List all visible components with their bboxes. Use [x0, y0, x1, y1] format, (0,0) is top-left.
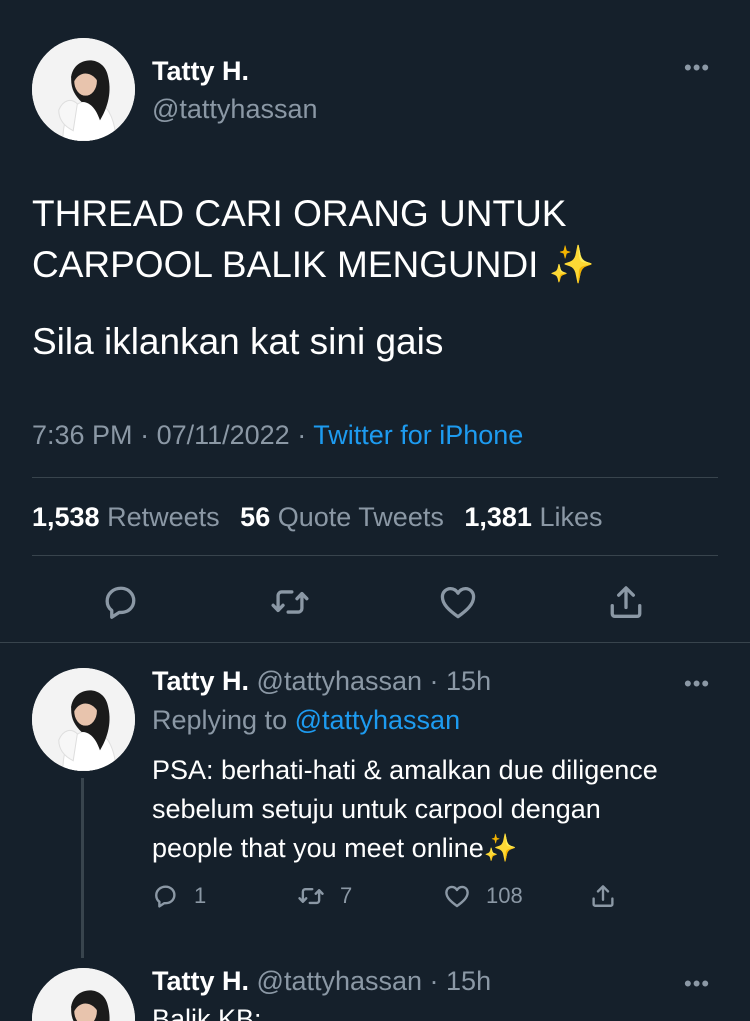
tweet-age[interactable]: 15h	[446, 666, 491, 696]
heart-icon	[440, 586, 476, 619]
sparkles-icon: ✨	[548, 244, 595, 285]
reply-text-line: PSA: berhati-hati & amalkan due diligenc…	[152, 755, 658, 785]
tweet-detail-page: Tatty H. @tattyhassan ••• THREAD CARI OR…	[0, 0, 750, 1021]
reply-header: Tatty H. @tattyhassan · 15h	[152, 664, 491, 698]
author-name[interactable]: Tatty H.	[152, 54, 249, 88]
avatar-photo-icon	[32, 38, 135, 141]
replying-to: Replying to @tattyhassan	[152, 703, 460, 737]
retweet-count: 7	[340, 883, 353, 908]
tweet-time[interactable]: 7:36 PM	[32, 420, 133, 450]
reply-icon	[105, 586, 136, 619]
divider	[0, 642, 750, 643]
more-options-icon[interactable]: •••	[684, 673, 710, 695]
reply-text: PSA: berhati-hati & amalkan due diligenc…	[152, 751, 742, 868]
tweet-source-link[interactable]: Twitter for iPhone	[313, 420, 523, 450]
likes-stat[interactable]: 1,381 Likes	[464, 502, 602, 532]
avatar[interactable]	[32, 668, 135, 771]
retweet-button[interactable]: 7	[296, 878, 352, 914]
reply-count: 1	[194, 883, 207, 908]
reply-text-line: people that you meet online	[152, 833, 484, 863]
divider	[32, 477, 718, 478]
retweet-icon	[298, 887, 324, 905]
more-options-icon[interactable]: •••	[684, 973, 710, 995]
quotes-label: Quote Tweets	[277, 502, 444, 532]
avatar-photo-icon	[32, 968, 135, 1021]
retweet-button[interactable]	[266, 578, 314, 626]
avatar[interactable]	[32, 968, 135, 1021]
author-handle[interactable]: @tattyhassan	[257, 968, 423, 996]
author-name[interactable]: Tatty H.	[152, 666, 249, 696]
thread-connector-line	[81, 778, 84, 958]
tweet-text: THREAD CARI ORANG UNTUK CARPOOL BALIK ME…	[32, 188, 712, 290]
reply-icon	[155, 885, 176, 908]
meta-separator: ·	[132, 420, 157, 450]
tweet-meta: 7:36 PM · 07/11/2022 · Twitter for iPhon…	[32, 418, 523, 452]
meta-separator: ·	[289, 420, 314, 450]
reply-button[interactable]: 1	[150, 878, 206, 914]
tweet-text-paragraph: Sila iklankan kat sini gais	[32, 321, 444, 362]
more-options-icon[interactable]: •••	[684, 57, 710, 79]
reply-tweet[interactable]: Tatty H. @tattyhassan · 15h ••• Balik KB…	[0, 968, 750, 1021]
like-count: 108	[486, 883, 523, 908]
avatar[interactable]	[32, 38, 135, 141]
share-button[interactable]	[602, 578, 650, 626]
retweets-label: Retweets	[107, 502, 220, 532]
author-handle[interactable]: @tattyhassan	[257, 666, 423, 696]
share-icon	[592, 885, 614, 907]
tweet-text-line: THREAD CARI ORANG UNTUK	[32, 193, 567, 234]
sparkles-icon: ✨	[483, 833, 518, 863]
tweet-text-line: CARPOOL BALIK MENGUNDI	[32, 244, 539, 285]
retweets-stat[interactable]: 1,538 Retweets	[32, 502, 220, 532]
share-button[interactable]	[588, 878, 618, 914]
reply-text-line: sebelum setuju untuk carpool dengan	[152, 794, 601, 824]
heart-icon	[445, 885, 469, 908]
meta-separator: ·	[422, 666, 447, 696]
share-icon	[610, 586, 642, 618]
quotes-count: 56	[240, 502, 271, 532]
tweet-actions	[0, 578, 750, 626]
tweet-date[interactable]: 07/11/2022	[157, 420, 290, 450]
reply-text: Balik KB:	[152, 1004, 262, 1021]
author-name[interactable]: Tatty H.	[152, 968, 249, 996]
likes-count: 1,381	[464, 502, 532, 532]
likes-label: Likes	[539, 502, 603, 532]
avatar-photo-icon	[32, 668, 135, 771]
like-button[interactable]	[434, 578, 482, 626]
tweet-age[interactable]: 15h	[446, 968, 491, 996]
tweet-stats: 1,538 Retweets 56 Quote Tweets 1,381 Lik…	[32, 500, 602, 534]
retweet-icon	[271, 590, 309, 614]
replying-to-handle[interactable]: @tattyhassan	[295, 705, 461, 735]
quotes-stat[interactable]: 56 Quote Tweets	[240, 502, 444, 532]
author-handle[interactable]: @tattyhassan	[152, 92, 318, 126]
divider	[32, 555, 718, 556]
reply-header: Tatty H. @tattyhassan · 15h	[152, 968, 491, 998]
reply-button[interactable]	[96, 578, 144, 626]
replying-to-prefix: Replying to	[152, 705, 295, 735]
like-button[interactable]: 108	[442, 878, 523, 914]
retweets-count: 1,538	[32, 502, 100, 532]
reply-actions: 1 7 108	[150, 878, 650, 914]
meta-separator: ·	[422, 968, 447, 996]
